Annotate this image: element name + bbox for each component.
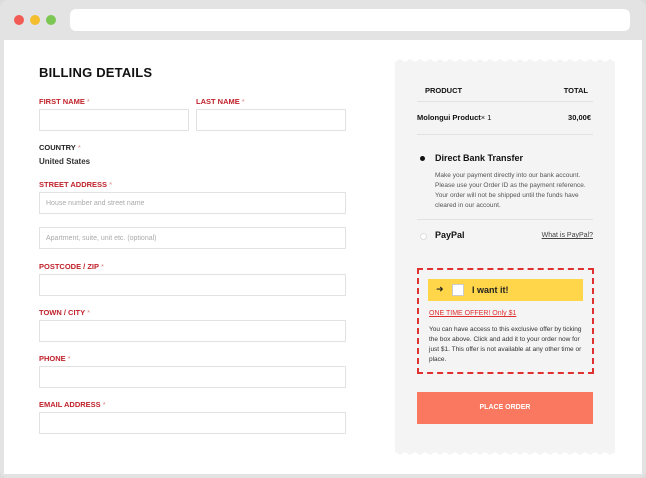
order-summary: PRODUCT TOTAL Molongui Product× 1 30,00€… bbox=[395, 59, 615, 455]
postcode-input[interactable] bbox=[39, 274, 346, 296]
town-label: TOWN / CITY * bbox=[39, 308, 91, 317]
email-input[interactable] bbox=[39, 412, 346, 434]
divider bbox=[417, 134, 593, 135]
zigzag-top bbox=[395, 59, 615, 65]
last-name-input[interactable] bbox=[196, 109, 346, 131]
town-input[interactable] bbox=[39, 320, 346, 342]
bank-transfer-radio[interactable] bbox=[420, 156, 425, 161]
street-input[interactable]: House number and street name bbox=[39, 192, 346, 214]
paypal-label[interactable]: PayPal bbox=[435, 230, 465, 240]
offer-text: You can have access to this exclusive of… bbox=[429, 326, 582, 363]
product-name: Molongui Product× 1 bbox=[417, 113, 492, 122]
street2-input[interactable]: Apartment, suite, unit etc. (optional) bbox=[39, 227, 346, 249]
divider bbox=[417, 219, 593, 220]
checkout-page: BILLING DETAILS FIRST NAME * LAST NAME * C… bbox=[4, 40, 642, 474]
bank-transfer-description: Make your payment directly into our bank… bbox=[435, 172, 586, 209]
browser-window: BILLING DETAILS FIRST NAME * LAST NAME * C… bbox=[0, 0, 646, 478]
one-time-offer-box: ➜ I want it! ONE TIME OFFER! Only $1 You… bbox=[417, 268, 594, 374]
total-header: TOTAL bbox=[563, 86, 588, 95]
zigzag-bottom bbox=[395, 449, 615, 455]
phone-input[interactable] bbox=[39, 366, 346, 388]
first-name-input[interactable] bbox=[39, 109, 189, 131]
browser-chrome bbox=[0, 0, 646, 40]
street-label: STREET ADDRESS * bbox=[39, 180, 112, 189]
place-order-button[interactable]: PLACE ORDER bbox=[417, 392, 593, 424]
offer-checkbox[interactable] bbox=[452, 284, 464, 296]
minimize-dot[interactable] bbox=[30, 15, 40, 25]
product-total: 30,00€ bbox=[568, 113, 591, 122]
close-dot[interactable] bbox=[14, 15, 24, 25]
first-name-label: FIRST NAME * bbox=[39, 97, 90, 106]
billing-title: BILLING DETAILS bbox=[39, 65, 153, 80]
email-label: EMAIL ADDRESS * bbox=[39, 400, 106, 409]
product-header: PRODUCT bbox=[425, 86, 463, 95]
phone-label: PHONE * bbox=[39, 354, 71, 363]
arrow-right-icon: ➜ bbox=[436, 284, 444, 294]
bank-transfer-label[interactable]: Direct Bank Transfer bbox=[435, 153, 523, 163]
country-value[interactable]: United States bbox=[39, 157, 90, 166]
what-is-paypal-link[interactable]: What is PayPal? bbox=[542, 232, 593, 239]
postcode-label: POSTCODE / ZIP * bbox=[39, 262, 104, 271]
want-it-bar[interactable]: ➜ I want it! bbox=[428, 279, 583, 301]
address-bar[interactable] bbox=[70, 9, 630, 31]
country-label: COUNTRY * bbox=[39, 143, 81, 152]
divider bbox=[417, 101, 593, 102]
offer-headline: ONE TIME OFFER! Only $1 bbox=[429, 310, 517, 317]
maximize-dot[interactable] bbox=[46, 15, 56, 25]
last-name-label: LAST NAME * bbox=[196, 97, 245, 106]
want-it-label[interactable]: I want it! bbox=[472, 285, 509, 295]
paypal-radio[interactable] bbox=[420, 233, 427, 240]
